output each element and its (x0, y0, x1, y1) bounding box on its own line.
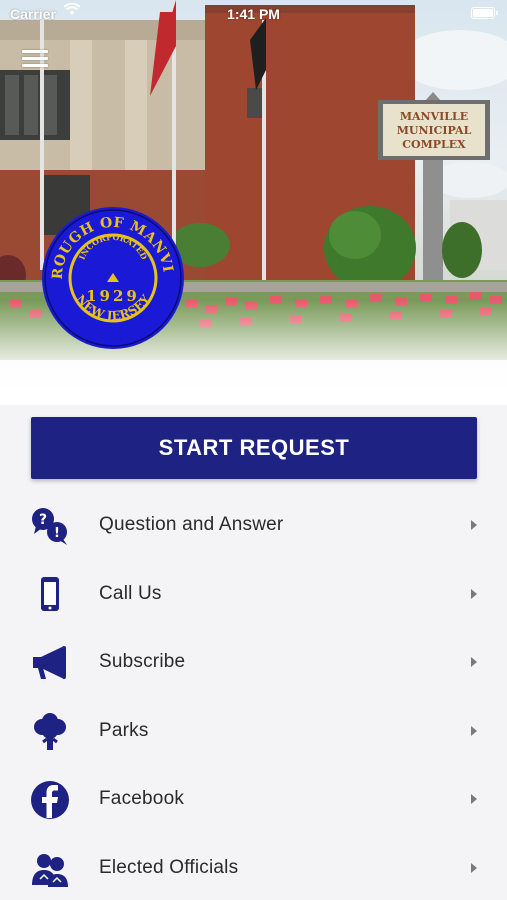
status-bar: Carrier 1:41 PM (0, 0, 507, 28)
menu-item-label: Question and Answer (99, 514, 284, 535)
menu-item-parks[interactable]: Parks (0, 698, 507, 767)
menu-item-label: Elected Officials (99, 856, 239, 878)
phone-icon (41, 576, 59, 611)
question-answer-icon: ? ! (32, 508, 67, 545)
officials-icon (32, 853, 68, 887)
sign-line-2: MUNICIPAL (397, 124, 472, 137)
chevron-right-icon (471, 588, 477, 599)
battery-icon (471, 7, 498, 19)
seal-year: 1929 (86, 287, 140, 305)
borough-seal-logo: BOROUGH OF MANVILLE INCORPORATED 1929 NE… (40, 205, 184, 349)
hamburger-menu-button[interactable] (22, 50, 48, 70)
svg-text:?: ? (39, 512, 47, 528)
menu-item-call-us[interactable]: Call Us (0, 561, 507, 630)
status-time: 1:41 PM (227, 6, 280, 22)
sign-line-1: MANVILLE (400, 110, 468, 123)
menu-item-label: Facebook (99, 788, 185, 809)
menu-line-icon (22, 50, 48, 53)
menu-item-question-and-answer[interactable]: ? ! Question and Answer (0, 492, 507, 561)
svg-text:!: ! (54, 526, 60, 541)
menu-item-elected-officials[interactable]: Elected Officials (0, 835, 507, 900)
tree-icon (34, 712, 66, 750)
menu-line-icon (22, 64, 48, 67)
chevron-right-icon (471, 862, 477, 873)
menu-item-label: Call Us (99, 582, 162, 604)
chevron-right-icon (471, 725, 477, 736)
menu-item-subscribe[interactable]: Subscribe (0, 629, 507, 698)
megaphone-icon (33, 646, 66, 679)
menu-item-facebook[interactable]: Facebook (0, 766, 507, 835)
sign-line-3: COMPLEX (402, 138, 466, 151)
menu-line-icon (22, 57, 48, 60)
chevron-right-icon (471, 520, 477, 530)
facebook-icon (31, 781, 69, 819)
menu-item-label: Parks (99, 719, 149, 741)
menu-list: ? ! Question and Answer Call Us Subscrib… (0, 492, 507, 900)
chevron-right-icon (471, 794, 477, 804)
menu-item-label: Subscribe (99, 651, 186, 672)
chevron-right-icon (471, 657, 477, 667)
start-request-button[interactable]: START REQUEST (31, 417, 477, 479)
